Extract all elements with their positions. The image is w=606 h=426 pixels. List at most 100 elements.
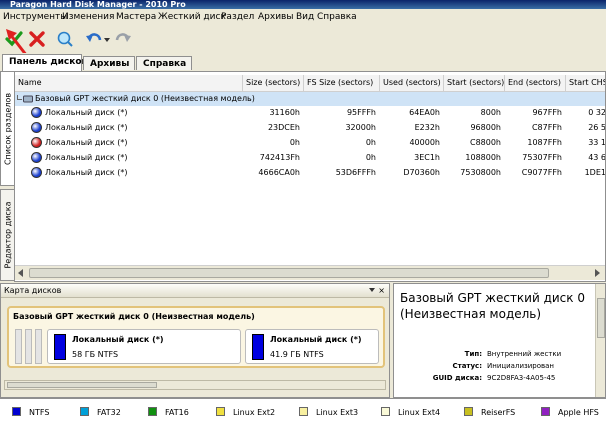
legend-swatch [541, 407, 550, 416]
col-fs-size[interactable]: FS Size (sectors) [304, 75, 380, 91]
fs-legend: NTFS FAT32 FAT16 Linux Ext2 Linux Ext3 Linux … [0, 398, 606, 426]
menu-wizards[interactable]: Мастера [116, 12, 156, 22]
cell-used: 40000h [409, 138, 440, 147]
legend-swatch [216, 407, 225, 416]
tab-disk-editor[interactable]: Редактор диска [0, 189, 14, 281]
partition-card[interactable]: Локальный диск (*) 41.9 ГБ NTFS [245, 329, 379, 364]
info-row-guid: GUID диска: 9C2D8FA3-4A05-45 [432, 374, 556, 382]
cell-size: 742413Fh [259, 153, 300, 162]
unallocated-block[interactable] [15, 329, 22, 364]
tab-disk-panel[interactable]: Панель дисков [2, 54, 87, 71]
legend-item: NTFS [12, 407, 49, 419]
legend-label: Linux Ext2 [233, 408, 276, 417]
unallocated-block[interactable] [35, 329, 42, 364]
horizontal-scrollbar[interactable] [15, 265, 605, 280]
ntfs-bar [54, 334, 66, 360]
legend-swatch [80, 407, 89, 416]
cell-start: 96800h [470, 123, 501, 132]
search-button[interactable] [55, 29, 75, 49]
menu-view[interactable]: Вид [296, 12, 314, 22]
cell-used: E232h [414, 123, 440, 132]
legend-label: Linux Ext4 [398, 408, 441, 417]
legend-label: FAT16 [165, 408, 189, 417]
tree-expander-icon[interactable] [17, 95, 22, 100]
menu-partition[interactable]: Раздел [221, 12, 254, 22]
legend-swatch [381, 407, 390, 416]
partition-table: Name Size (sectors) FS Size (sectors) Us… [14, 71, 606, 282]
cell-fs_size: 0h [365, 153, 376, 162]
col-size[interactable]: Size (sectors) [243, 75, 304, 91]
table-row[interactable]: Локальный диск (*) 23DCEh 32000h E232h 96800… [15, 121, 605, 135]
info-row-type: Тип: Внутренний жестки [464, 350, 562, 358]
scroll-right-icon[interactable] [595, 269, 600, 277]
menu-changes[interactable]: Изменения [62, 12, 114, 22]
legend-item: Apple HFS [541, 407, 599, 419]
toolbar [0, 26, 606, 54]
disk-map-header: Карта дисков × [1, 284, 389, 298]
col-used[interactable]: Used (sectors) [380, 75, 444, 91]
menu-archives[interactable]: Архивы [258, 12, 293, 22]
scrollbar-thumb[interactable] [7, 382, 157, 388]
menu-tools[interactable]: Инструменты [3, 12, 67, 22]
legend-label: Linux Ext3 [316, 408, 359, 417]
hard-disk-icon [23, 95, 33, 103]
unallocated-block[interactable] [25, 329, 32, 364]
info-scrollbar[interactable] [595, 284, 605, 397]
col-start-chs[interactable]: Start CHS(c [566, 75, 605, 91]
disk-map-disk-label: Базовый GPT жесткий диск 0 (Неизвестная … [13, 312, 255, 321]
partition-card[interactable]: Локальный диск (*) 58 ГБ NTFS [47, 329, 241, 364]
cell-size: 31160h [269, 108, 300, 117]
redo-button[interactable] [113, 29, 133, 49]
table-row[interactable]: Локальный диск (*) 31160h 95FFFh 64EA0h 800h… [15, 106, 606, 120]
panel-menu-icon[interactable] [369, 288, 375, 292]
table-header: Name Size (sectors) FS Size (sectors) Us… [15, 75, 605, 92]
magnifier-icon [57, 31, 73, 47]
legend-item: Linux Ext4 [381, 407, 440, 419]
scrollbar-thumb[interactable] [597, 298, 605, 338]
legend-swatch [148, 407, 157, 416]
cell-used: 64EA0h [409, 108, 440, 117]
scrollbar-thumb[interactable] [29, 268, 549, 278]
panel-close-icon[interactable]: × [378, 285, 385, 297]
cell-fs_size: 32000h [345, 123, 376, 132]
col-name[interactable]: Name [15, 75, 243, 91]
redo-icon [115, 33, 131, 42]
tab-help[interactable]: Справка [136, 56, 192, 70]
cell-chs: 0 32 [588, 108, 606, 117]
menu-help[interactable]: Справка [317, 12, 357, 22]
partition-name: Локальный диск (*) [45, 168, 128, 177]
table-row[interactable]: Локальный диск (*) 742413Fh 0h 3EC1h 108800h… [15, 151, 605, 165]
cell-size: 4666CA0h [258, 168, 300, 177]
disk-info-panel: Базовый GPT жесткий диск 0 (Неизвестная … [393, 283, 606, 398]
table-row[interactable]: Локальный диск (*) 4666CA0h 53D6FFFh D70360… [15, 166, 606, 180]
ntfs-bar [252, 334, 264, 360]
legend-item: FAT16 [148, 407, 189, 419]
disk-row[interactable]: Базовый GPT жесткий диск 0 (Неизвестная … [15, 92, 605, 106]
scroll-left-icon[interactable] [18, 269, 23, 277]
partition-name: Локальный диск (*) [45, 108, 128, 117]
cell-start: C8800h [469, 138, 501, 147]
partition-name: Локальный диск (*) [45, 138, 128, 147]
partition-name: Локальный диск (*) [72, 335, 164, 344]
col-end[interactable]: End (sectors) [505, 75, 566, 91]
cell-end: C87FFh [531, 123, 562, 132]
tab-archives[interactable]: Архивы [83, 56, 135, 70]
window-title: Paragon Hard Disk Manager - 2010 Pro [10, 0, 186, 9]
disk-map-disk[interactable]: Базовый GPT жесткий диск 0 (Неизвестная … [7, 306, 385, 368]
window-titlebar: Paragon Hard Disk Manager - 2010 Pro [0, 0, 606, 9]
menu-hard-disk[interactable]: Жесткий диск [158, 12, 226, 22]
col-start[interactable]: Start (sectors) [444, 75, 505, 91]
cell-size: 0h [289, 138, 300, 147]
cell-end: 1087FFh [527, 138, 562, 147]
legend-label: ReiserFS [481, 408, 516, 417]
disk-map-panel: Карта дисков × Базовый GPT жесткий диск … [0, 283, 390, 398]
partition-icon [31, 137, 42, 148]
legend-item: Linux Ext3 [299, 407, 358, 419]
table-row[interactable]: Локальный диск (*) 0h 0h 40000h C8800h 1087FF… [15, 136, 605, 150]
undo-button[interactable] [84, 29, 104, 49]
legend-label: NTFS [29, 408, 50, 417]
undo-dropdown-icon[interactable] [104, 38, 110, 42]
tab-partition-list[interactable]: Список разделов [0, 71, 14, 186]
disk-map-scrollbar[interactable] [4, 380, 386, 390]
cell-chs: 1DE1 [584, 168, 606, 177]
